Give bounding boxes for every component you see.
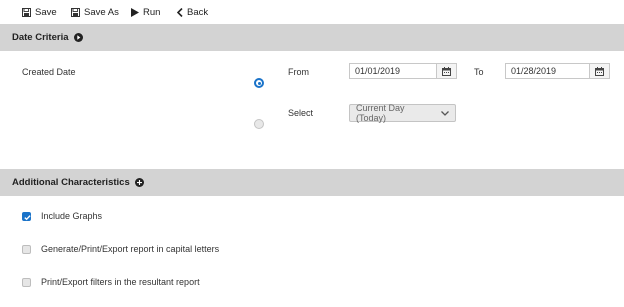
from-label: From [288, 67, 309, 77]
save-as-icon [71, 8, 80, 17]
include-graphs-label: Include Graphs [41, 211, 103, 221]
date-range-radio[interactable] [254, 78, 264, 88]
calendar-icon[interactable] [589, 64, 609, 78]
back-icon [177, 8, 183, 17]
include-graphs-checkbox[interactable] [22, 211, 31, 221]
date-criteria-title: Date Criteria [12, 32, 69, 43]
toolbar: Save Save As Run Back [0, 0, 624, 24]
print-filters-checkbox[interactable] [22, 277, 31, 287]
to-date-value[interactable]: 01/28/2019 [506, 64, 589, 78]
save-button[interactable]: Save [22, 6, 57, 19]
to-date-field[interactable]: 01/28/2019 [505, 63, 610, 79]
from-date-value[interactable]: 01/01/2019 [350, 64, 436, 78]
chevron-down-icon [441, 108, 449, 118]
from-date-field[interactable]: 01/01/2019 [349, 63, 457, 79]
option-print-filters[interactable]: Print/Export filters in the resultant re… [22, 276, 200, 288]
period-select[interactable]: Current Day (Today) [349, 103, 456, 123]
print-filters-label: Print/Export filters in the resultant re… [41, 277, 200, 287]
run-icon [131, 8, 139, 17]
to-label: To [474, 67, 484, 77]
additional-characteristics-title: Additional Characteristics [12, 177, 130, 188]
additional-characteristics-header[interactable]: Additional Characteristics [0, 169, 624, 196]
period-select-value: Current Day (Today) [356, 103, 405, 123]
option-include-graphs[interactable]: Include Graphs [22, 210, 102, 222]
created-date-label: Created Date [22, 67, 76, 77]
back-button[interactable]: Back [177, 6, 208, 19]
save-label: Save [35, 7, 57, 18]
save-icon [22, 8, 31, 17]
expand-icon[interactable] [73, 33, 83, 42]
save-as-label: Save As [84, 7, 119, 18]
date-criteria-header[interactable]: Date Criteria [0, 24, 624, 51]
save-as-button[interactable]: Save As [71, 6, 119, 19]
capital-letters-checkbox[interactable] [22, 244, 31, 254]
back-label: Back [187, 7, 209, 18]
select-label: Select [288, 108, 314, 118]
run-button[interactable]: Run [131, 6, 160, 19]
capital-letters-label: Generate/Print/Export report in capital … [41, 244, 220, 254]
calendar-icon[interactable] [436, 64, 456, 78]
option-capital-letters[interactable]: Generate/Print/Export report in capital … [22, 243, 219, 255]
period-select-radio[interactable] [254, 119, 264, 129]
expand-icon[interactable] [134, 178, 144, 187]
run-label: Run [143, 7, 161, 18]
